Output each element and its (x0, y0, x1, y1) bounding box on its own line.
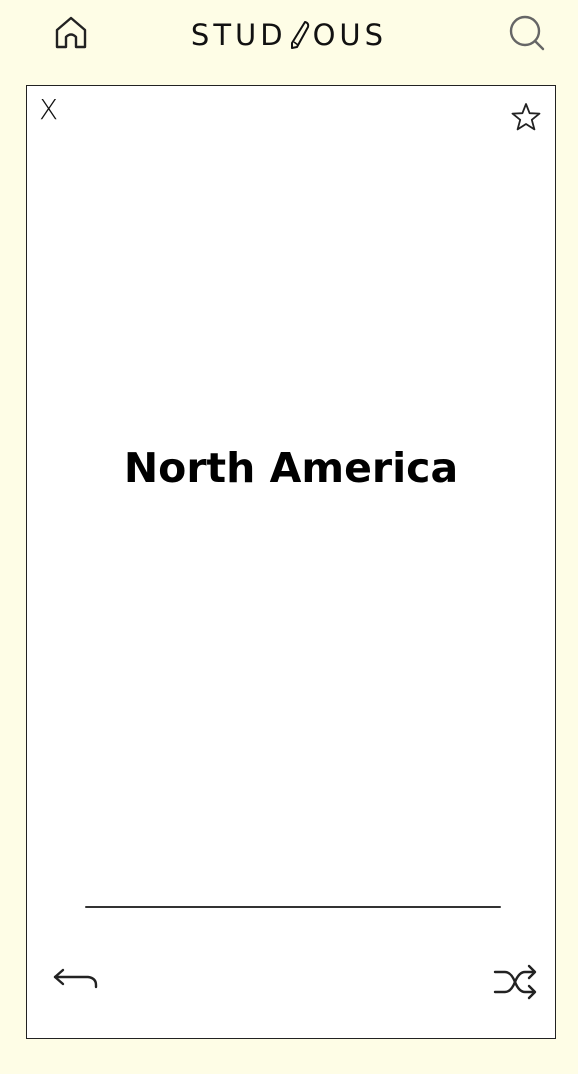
close-button[interactable]: X (39, 96, 58, 124)
card-divider (85, 906, 501, 908)
flashcard-term: North America (123, 444, 459, 492)
favorite-button[interactable] (509, 100, 543, 134)
pencil-icon (290, 21, 309, 49)
app-logo[interactable]: STUD OUS (0, 18, 578, 52)
logo-text-right: OUS (312, 18, 388, 52)
flashcard[interactable]: X North America (26, 85, 556, 1039)
back-button[interactable] (49, 962, 101, 998)
shuffle-button[interactable] (491, 962, 541, 1002)
search-icon (509, 15, 545, 51)
logo-text-left: STUD (190, 18, 287, 52)
search-button[interactable] (506, 12, 548, 54)
undo-arrow-icon (53, 968, 98, 989)
shuffle-icon (493, 964, 537, 1000)
top-nav-bar: STUD OUS (0, 0, 578, 72)
star-icon (511, 103, 541, 131)
